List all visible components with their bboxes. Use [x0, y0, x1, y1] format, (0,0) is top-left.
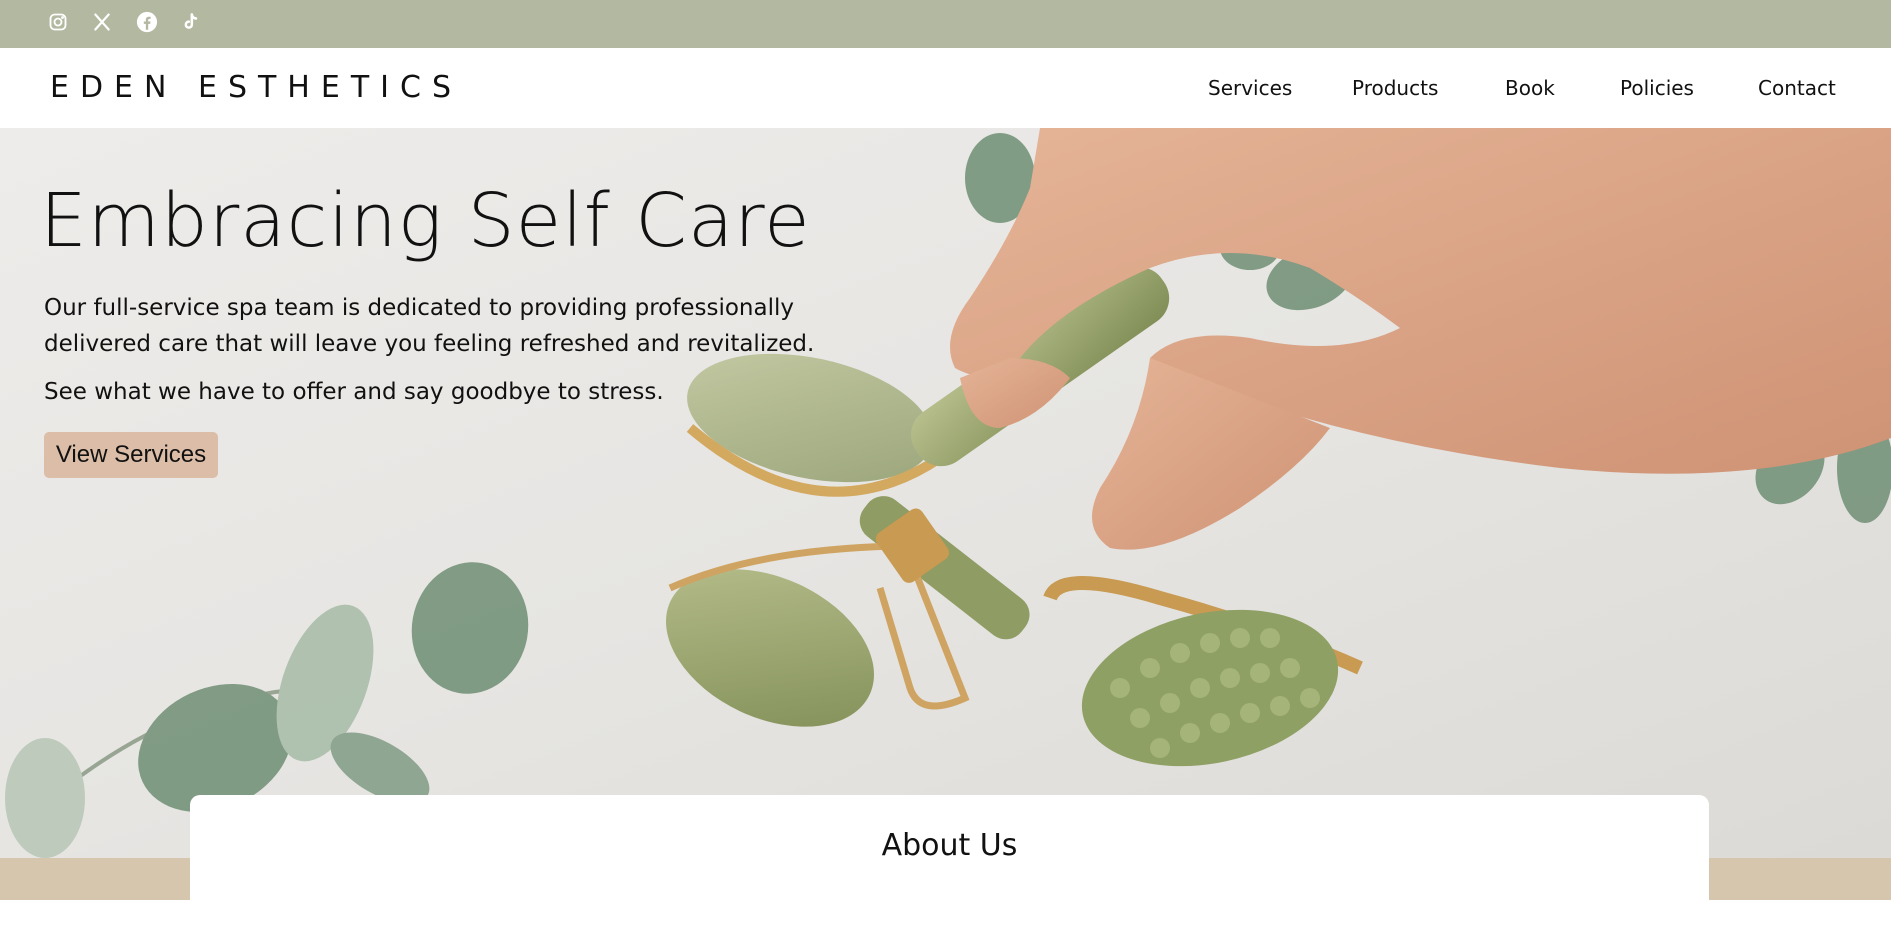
hero-tagline: See what we have to offer and say goodby… [44, 379, 664, 405]
social-bar [0, 0, 1891, 48]
hero-section: Embracing Self Care Our full-service spa… [0, 128, 1891, 858]
view-services-button[interactable]: View Services [44, 432, 218, 478]
facebook-icon[interactable] [134, 9, 160, 35]
instagram-icon[interactable] [45, 9, 71, 35]
site-header: EDEN ESTHETICS Services Products Book Po… [0, 48, 1891, 128]
hero-description: Our full-service spa team is dedicated t… [44, 295, 815, 357]
brand-logo[interactable]: EDEN ESTHETICS [50, 70, 462, 105]
tiktok-icon[interactable] [178, 9, 204, 35]
nav-link-services[interactable]: Services [1208, 76, 1292, 100]
nav-link-book[interactable]: Book [1505, 76, 1555, 100]
about-card: About Us [190, 795, 1709, 935]
nav-link-products[interactable]: Products [1352, 76, 1438, 100]
nav-link-contact[interactable]: Contact [1758, 76, 1836, 100]
x-icon[interactable] [89, 9, 115, 35]
hero-title: Embracing Self Care [40, 178, 811, 264]
nav-link-policies[interactable]: Policies [1620, 76, 1694, 100]
about-title: About Us [881, 828, 1018, 863]
